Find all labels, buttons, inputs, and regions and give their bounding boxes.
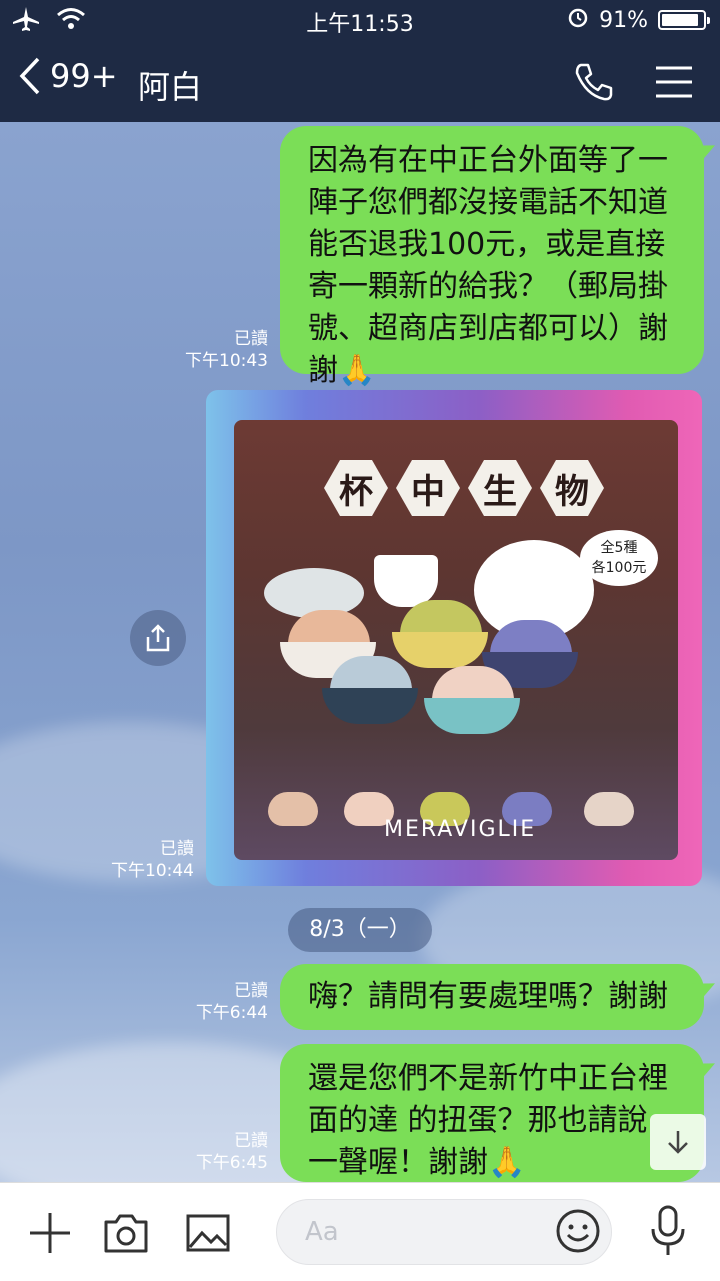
title-char: 物 [540,460,604,516]
read-receipt: 已讀 [234,329,268,349]
camera-button[interactable] [102,1209,150,1257]
owl-figure [268,792,318,826]
message-time: 下午10:43 [185,351,268,371]
message-meta: 已讀 下午10:44 [111,838,194,882]
message-bubble[interactable]: 因為有在中正台外面等了一 陣子您們都沒接電話不知道 能否退我100元，或是直接 … [280,126,720,388]
chevron-left-icon [19,57,40,95]
title-char: 生 [468,460,532,516]
status-bar: 上午11:53 91% [0,0,720,40]
message-text-line: 還是您們不是新竹中正台裡 [308,1061,668,1096]
message-bubble[interactable]: 嗨？請問有要處理嗎？謝謝 [280,964,720,1030]
read-receipt: 已讀 [160,839,194,859]
message-input-bar: Aa [0,1182,720,1281]
image-icon [186,1214,230,1252]
message-text-line: 寄一顆新的給我？（郵局掛 [308,269,668,304]
chat-header: 99+ 阿白 [0,40,720,122]
plus-icon [30,1213,70,1253]
message-time: 下午10:44 [111,861,194,881]
voice-button[interactable] [644,1205,692,1255]
back-button[interactable]: 99+ [18,56,118,96]
title-char: 杯 [324,460,388,516]
message-bubble[interactable]: 還是您們不是新竹中正台裡 面的達 的扭蛋？那也請說 一聲喔！謝謝🙏 [280,1044,720,1182]
message-text-line: 面的達 的扭蛋？那也請說 [308,1103,648,1138]
chat-title: 阿白 [138,68,203,106]
share-icon [146,624,170,652]
gallery-button[interactable] [184,1209,232,1257]
message-text-line: 因為有在中正台外面等了一 [308,143,668,178]
alarm-icon [567,6,589,34]
battery-icon [658,10,710,30]
product-photo: 杯 中 生 物 全5種 各100元 MERAVIGLIE [234,420,678,860]
read-receipt: 已讀 [234,1131,268,1151]
microphone-icon [651,1205,685,1255]
share-button[interactable] [130,610,186,666]
message-time: 下午6:44 [195,1003,268,1023]
message-text-line: 號、超商店到店都可以）謝 [308,311,668,346]
date-separator: 8/3（一） [288,908,432,952]
image-message[interactable]: 杯 中 生 物 全5種 各100元 MERAVIGLIE [206,390,702,886]
message-text-line: 陣子您們都沒接電話不知道 [308,185,668,220]
message-text-line: 一聲喔！謝謝🙏 [308,1145,526,1180]
unread-count: 99+ [50,57,118,95]
message-meta: 已讀 下午6:44 [196,980,268,1024]
message-meta: 已讀 下午6:45 [196,1130,268,1174]
scroll-to-bottom-button[interactable] [650,1114,706,1170]
title-char: 中 [396,460,460,516]
phone-icon [575,63,613,101]
call-button[interactable] [572,60,616,104]
hamburger-icon [656,66,692,98]
message-text-line: 謝🙏 [308,353,376,388]
camera-icon [104,1214,148,1253]
brand-logo-text: MERAVIGLIE [384,817,537,842]
emoji-button[interactable] [554,1207,602,1255]
teacup-image [374,555,438,607]
message-time: 下午6:45 [195,1153,268,1173]
message-text-line: 能否退我100元，或是直接 [308,227,666,262]
read-receipt: 已讀 [234,981,268,1001]
battery-percent: 91% [599,7,648,33]
message-meta: 已讀 下午10:43 [185,328,268,372]
add-button[interactable] [26,1209,74,1257]
smiley-icon [556,1209,600,1253]
chat-area[interactable]: 已讀 下午10:43 因為有在中正台外面等了一 陣子您們都沒接電話不知道 能否退… [0,122,720,1182]
owl-figure [584,792,634,826]
arrow-down-icon [668,1131,688,1154]
product-title-banner: 杯 中 生 物 [274,460,654,520]
menu-button[interactable] [652,60,696,104]
message-text-line: 嗨？請問有要處理嗎？謝謝 [308,979,668,1014]
